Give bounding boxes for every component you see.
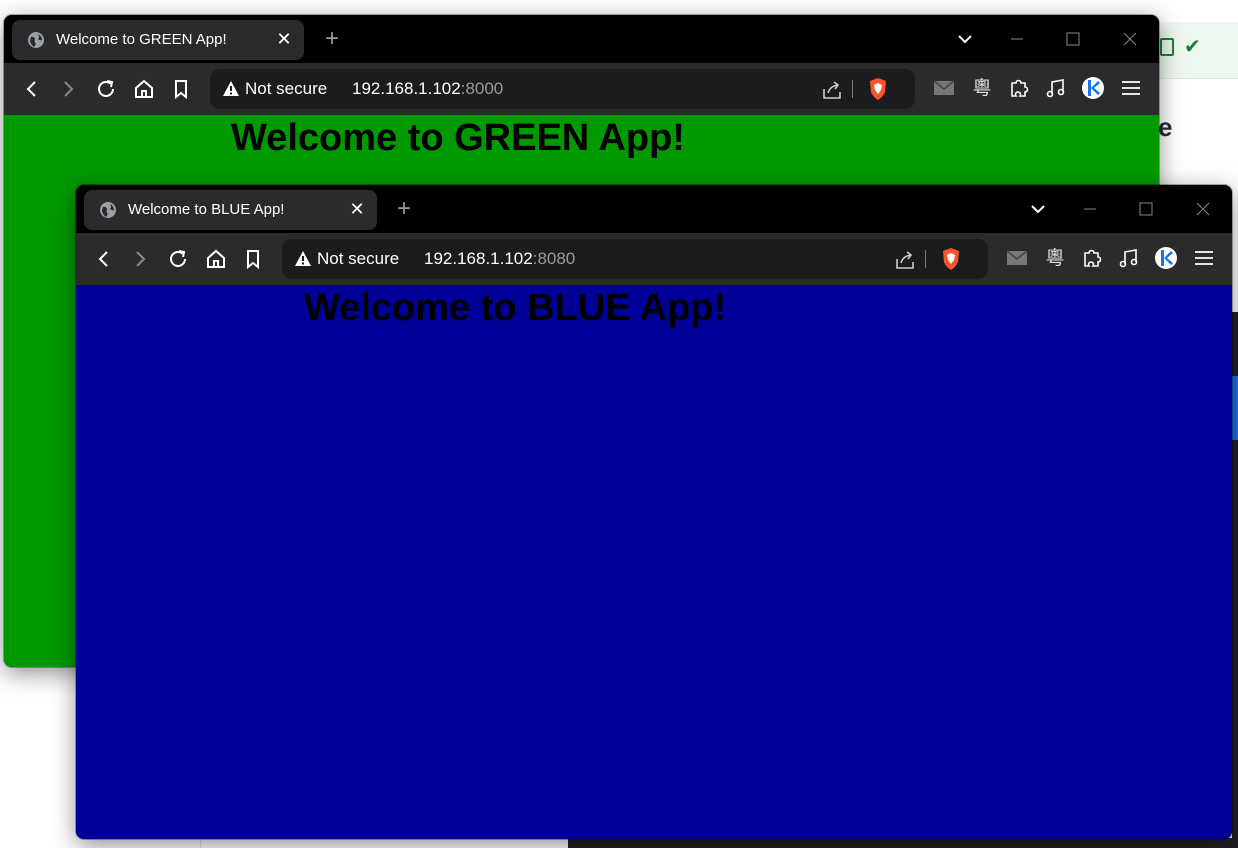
tab-active[interactable]: Welcome to BLUE App! ✕ [84,190,377,230]
tab-active[interactable]: Welcome to GREEN App! ✕ [12,20,304,60]
omnibox-separator [925,250,926,268]
mail-icon[interactable] [1005,246,1029,270]
globe-icon [27,31,45,49]
menu-icon[interactable] [1119,76,1143,100]
home-icon[interactable] [204,247,228,271]
mail-icon[interactable] [932,76,956,100]
maximize-icon[interactable] [1136,199,1156,219]
warning-icon[interactable] [294,250,312,268]
cantonese-char-icon[interactable]: 粵 [1043,246,1067,270]
url-host: 192.168.1.102 [424,249,533,268]
new-tab-icon[interactable]: + [392,197,416,222]
back-icon[interactable] [92,247,116,271]
menu-icon[interactable] [1192,246,1216,270]
close-icon[interactable]: ✕ [347,199,367,219]
forward-icon[interactable] [128,247,152,271]
address-bar[interactable]: Not secure 192.168.1.102:8080 [282,239,988,279]
brave-shields-icon[interactable] [867,77,889,101]
close-icon[interactable]: ✕ [274,29,294,49]
warning-icon[interactable] [222,80,240,98]
share-icon[interactable] [821,79,843,101]
omnibox-separator [852,80,853,98]
brave-shields-icon[interactable] [940,247,962,271]
tab-title: Welcome to BLUE App! [128,201,285,218]
url-text[interactable]: 192.168.1.102:8080 [424,249,575,269]
sheet-icon [1160,38,1174,56]
home-icon[interactable] [132,77,156,101]
page-heading: Welcome to BLUE App! [304,287,727,329]
reload-icon[interactable] [166,247,190,271]
background-blue-strip [1232,376,1238,440]
globe-icon [99,201,117,219]
bookmark-icon[interactable] [241,247,265,271]
minimize-icon[interactable] [1080,199,1100,219]
background-heading-fragment: e [1158,112,1173,142]
back-icon[interactable] [20,77,44,101]
url-port: :8000 [460,79,504,98]
tab-strip: Welcome to BLUE App! ✕ + [76,185,1232,233]
kodi-icon[interactable] [1081,76,1105,100]
security-label[interactable]: Not secure [317,249,399,269]
kodi-icon[interactable] [1154,246,1178,270]
cantonese-char-icon[interactable]: 粵 [970,76,994,100]
close-window-icon[interactable] [1193,199,1213,219]
address-bar[interactable]: Not secure 192.168.1.102:8000 [210,69,915,109]
music-note-icon[interactable] [1117,246,1141,270]
toolbar: Not secure 192.168.1.102:8000 粵 [4,63,1159,115]
close-window-icon[interactable] [1120,29,1140,49]
tab-strip: Welcome to GREEN App! ✕ + [4,15,1159,63]
share-icon[interactable] [894,249,916,271]
background-taskbar-fragment [568,838,1238,848]
security-label[interactable]: Not secure [245,79,327,99]
url-port: :8080 [532,249,576,268]
new-tab-icon[interactable]: + [320,27,344,52]
tab-search-chevron-icon[interactable] [1028,199,1048,219]
page-content: Welcome to BLUE App! [76,285,1232,839]
check-icon: ✔ [1184,36,1201,58]
reload-icon[interactable] [94,77,118,101]
extensions-puzzle-icon[interactable] [1007,76,1031,100]
page-heading: Welcome to GREEN App! [231,117,685,159]
extensions-puzzle-icon[interactable] [1080,246,1104,270]
browser-window-blue[interactable]: Welcome to BLUE App! ✕ + Not secure 192.… [76,185,1232,839]
bookmark-icon[interactable] [169,77,193,101]
toolbar: Not secure 192.168.1.102:8080 粵 [76,233,1232,285]
forward-icon[interactable] [56,77,80,101]
tab-search-chevron-icon[interactable] [955,29,975,49]
url-host: 192.168.1.102 [352,79,461,98]
maximize-icon[interactable] [1063,29,1083,49]
url-text[interactable]: 192.168.1.102:8000 [352,79,503,99]
music-note-icon[interactable] [1044,76,1068,100]
minimize-icon[interactable] [1007,29,1027,49]
tab-title: Welcome to GREEN App! [56,31,227,48]
